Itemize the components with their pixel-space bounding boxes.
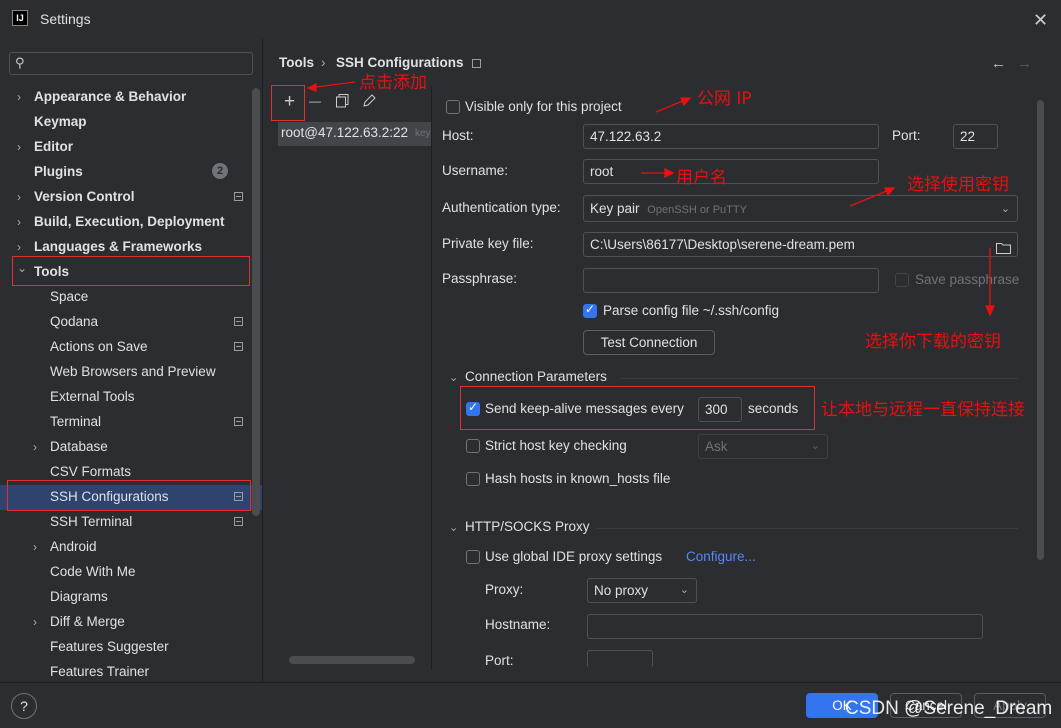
help-button[interactable]: ? <box>11 693 37 719</box>
annotation-arrows <box>306 81 996 317</box>
annotation-choose-downloaded-key: 选择你下载的密钥 <box>865 332 1001 352</box>
annotation-keep-alive: 让本地与远程一直保持连接 <box>821 400 1025 420</box>
annotation-username: 用户名 <box>676 168 727 188</box>
annotation-choose-key: 选择使用密钥 <box>907 175 1009 195</box>
annotation-public-ip: 公网 IP <box>697 89 752 109</box>
annotation-click-add: 点击添加 <box>359 73 427 93</box>
watermark: CSDN @Serene_Dream <box>845 698 1053 719</box>
